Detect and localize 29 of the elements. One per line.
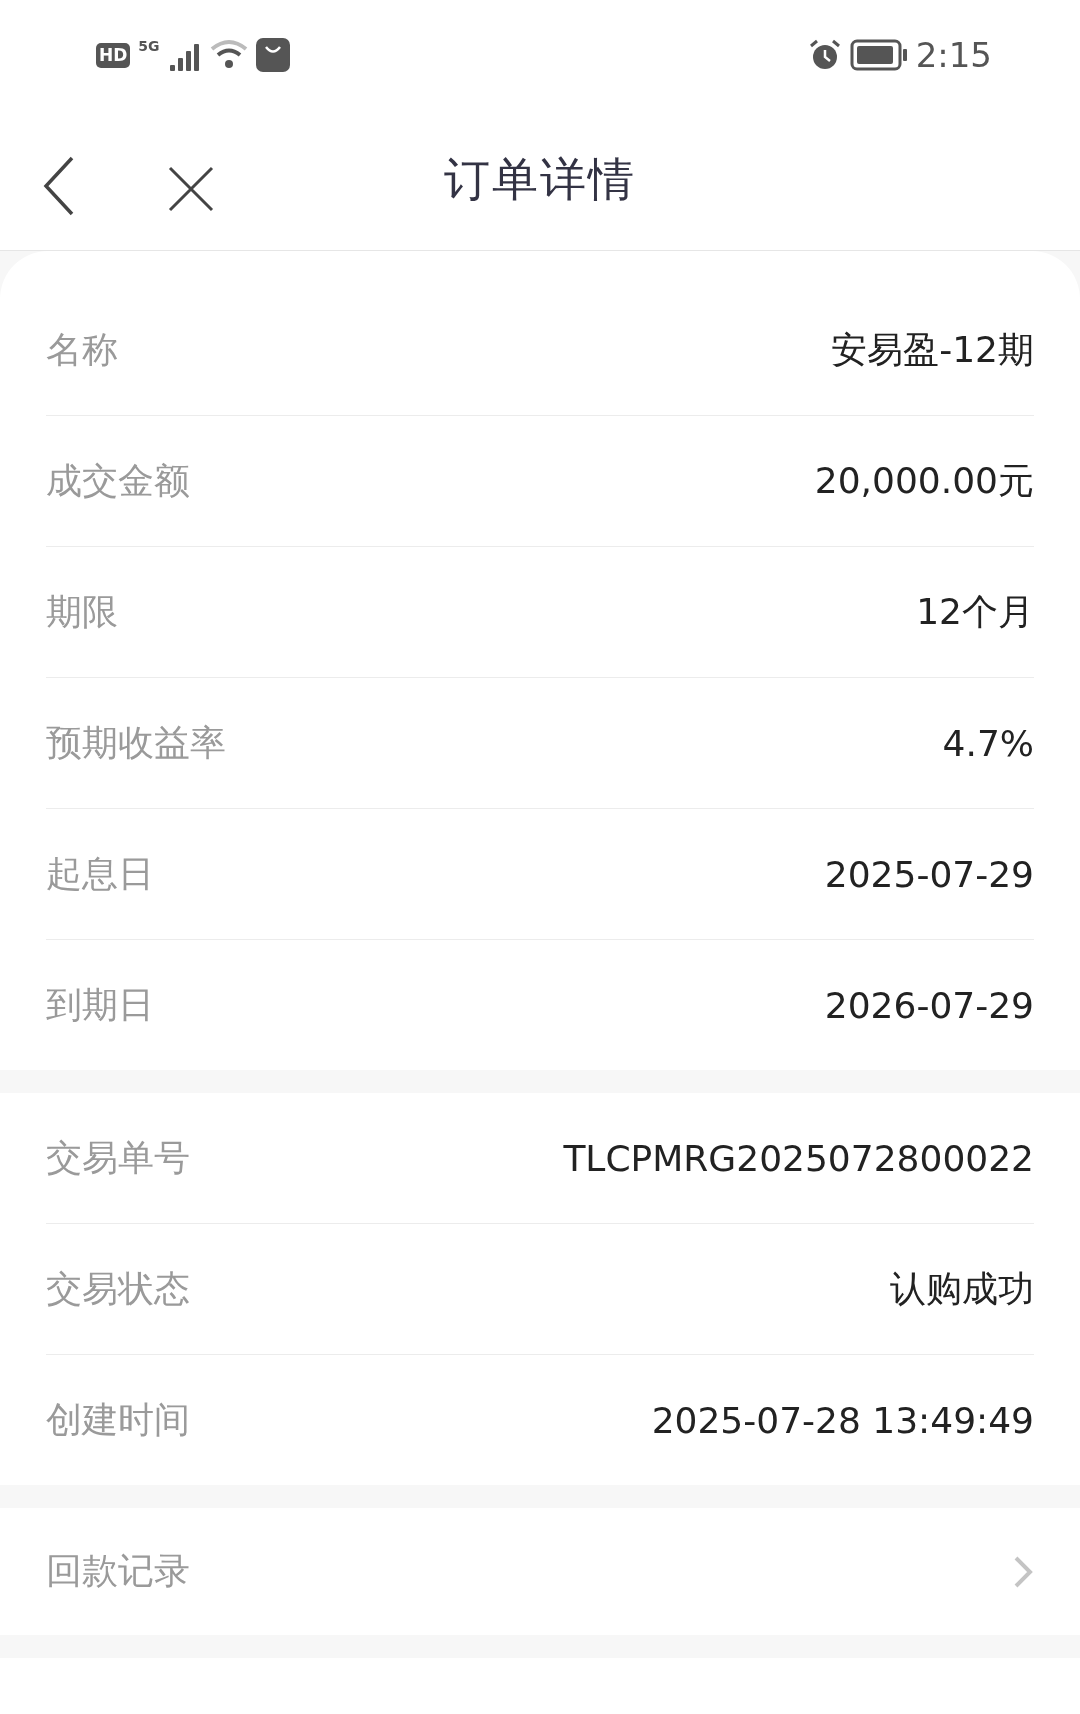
field-value: 2025-07-28 13:49:49 <box>651 1399 1034 1441</box>
field-label: 起息日 <box>46 851 154 896</box>
repayment-records-link[interactable]: 回款记录 <box>0 1508 1080 1635</box>
field-label: 期限 <box>46 589 118 634</box>
status-time: 2:15 <box>915 35 992 75</box>
field-value: 20,000.00元 <box>814 458 1034 503</box>
field-label: 创建时间 <box>46 1397 190 1442</box>
network-label: 5G <box>138 38 160 54</box>
field-label: 名称 <box>46 327 118 372</box>
back-button[interactable] <box>42 156 76 216</box>
field-value: 12个月 <box>916 589 1034 634</box>
field-label: 预期收益率 <box>46 720 226 765</box>
alarm-clock-icon <box>807 38 842 72</box>
field-value: TLCPMRG2025072800022 <box>563 1137 1034 1179</box>
battery-icon <box>849 39 908 71</box>
wifi-icon <box>209 39 248 71</box>
field-value: 4.7% <box>942 722 1034 764</box>
page-title: 订单详情 <box>444 151 636 208</box>
field-value: 安易盈-12期 <box>831 327 1034 372</box>
field-label: 到期日 <box>46 982 154 1027</box>
field-label: 交易单号 <box>46 1135 190 1180</box>
field-value: 认购成功 <box>890 1266 1034 1311</box>
field-label: 成交金额 <box>46 458 190 503</box>
close-button[interactable] <box>168 166 214 212</box>
shopping-bag-icon <box>255 38 290 72</box>
hd-badge: HD <box>96 42 131 68</box>
field-value: 2026-07-29 <box>824 984 1034 1026</box>
field-label: 交易状态 <box>46 1266 190 1311</box>
field-value: 2025-07-29 <box>824 853 1034 895</box>
